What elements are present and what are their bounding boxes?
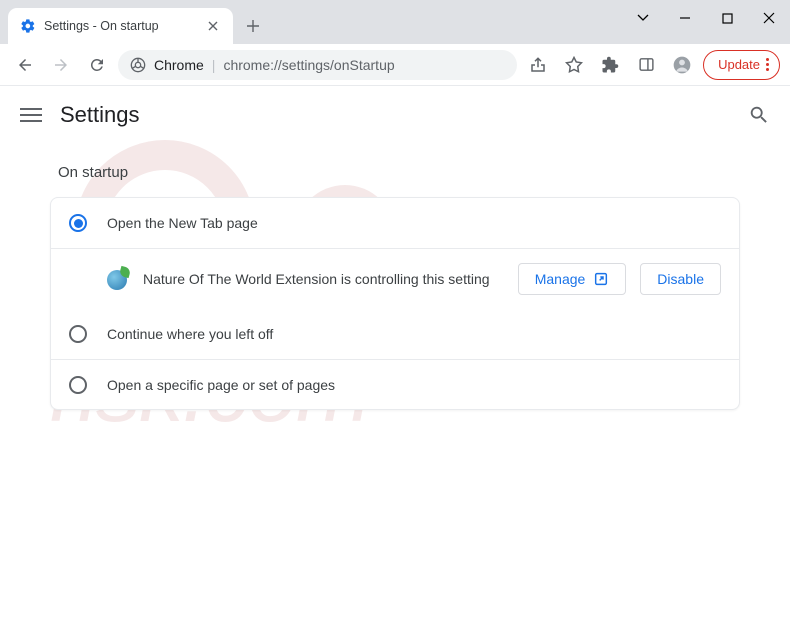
address-bar[interactable]: Chrome | chrome://settings/onStartup xyxy=(118,50,517,80)
radio-selected[interactable] xyxy=(69,214,87,232)
startup-options-card: Open the New Tab page Nature Of The Worl… xyxy=(50,197,740,410)
radio-unselected[interactable] xyxy=(69,376,87,394)
profile-icon[interactable] xyxy=(667,50,697,80)
option-label: Open the New Tab page xyxy=(107,215,721,231)
browser-tab[interactable]: Settings - On startup xyxy=(8,8,233,44)
reload-button[interactable] xyxy=(82,50,112,80)
update-button[interactable]: Update xyxy=(703,50,780,80)
option-new-tab[interactable]: Open the New Tab page xyxy=(51,198,739,248)
menu-dots-icon xyxy=(766,58,769,71)
manage-button[interactable]: Manage xyxy=(518,263,627,295)
chevron-down-icon[interactable] xyxy=(622,0,664,36)
titlebar: Settings - On startup xyxy=(0,0,790,44)
extension-notice: Nature Of The World Extension is control… xyxy=(51,248,739,309)
extension-globe-icon xyxy=(107,268,129,290)
new-tab-button[interactable] xyxy=(239,12,267,40)
update-label: Update xyxy=(718,57,760,72)
url-text: chrome://settings/onStartup xyxy=(223,57,394,73)
sidepanel-icon[interactable] xyxy=(631,50,661,80)
back-button[interactable] xyxy=(10,50,40,80)
chrome-icon xyxy=(130,57,146,73)
extensions-icon[interactable] xyxy=(595,50,625,80)
external-link-icon xyxy=(593,271,609,287)
close-tab-icon[interactable] xyxy=(205,18,221,34)
option-specific-pages[interactable]: Open a specific page or set of pages xyxy=(51,359,739,409)
radio-unselected[interactable] xyxy=(69,325,87,343)
page-title: Settings xyxy=(60,102,730,128)
option-continue[interactable]: Continue where you left off xyxy=(51,309,739,359)
hamburger-menu[interactable] xyxy=(20,104,42,126)
app-header: Settings xyxy=(0,86,790,144)
gear-icon xyxy=(20,18,36,34)
share-icon[interactable] xyxy=(523,50,553,80)
option-label: Open a specific page or set of pages xyxy=(107,377,721,393)
option-label: Continue where you left off xyxy=(107,326,721,342)
tab-title: Settings - On startup xyxy=(44,19,197,33)
forward-button[interactable] xyxy=(46,50,76,80)
toolbar: Chrome | chrome://settings/onStartup Upd… xyxy=(0,44,790,86)
search-button[interactable] xyxy=(748,104,770,126)
maximize-button[interactable] xyxy=(706,0,748,36)
disable-button[interactable]: Disable xyxy=(640,263,721,295)
bookmark-icon[interactable] xyxy=(559,50,589,80)
minimize-button[interactable] xyxy=(664,0,706,36)
close-window-button[interactable] xyxy=(748,0,790,36)
section-title: On startup xyxy=(50,164,740,181)
extension-message: Nature Of The World Extension is control… xyxy=(143,271,504,287)
url-prefix: Chrome xyxy=(154,57,204,73)
